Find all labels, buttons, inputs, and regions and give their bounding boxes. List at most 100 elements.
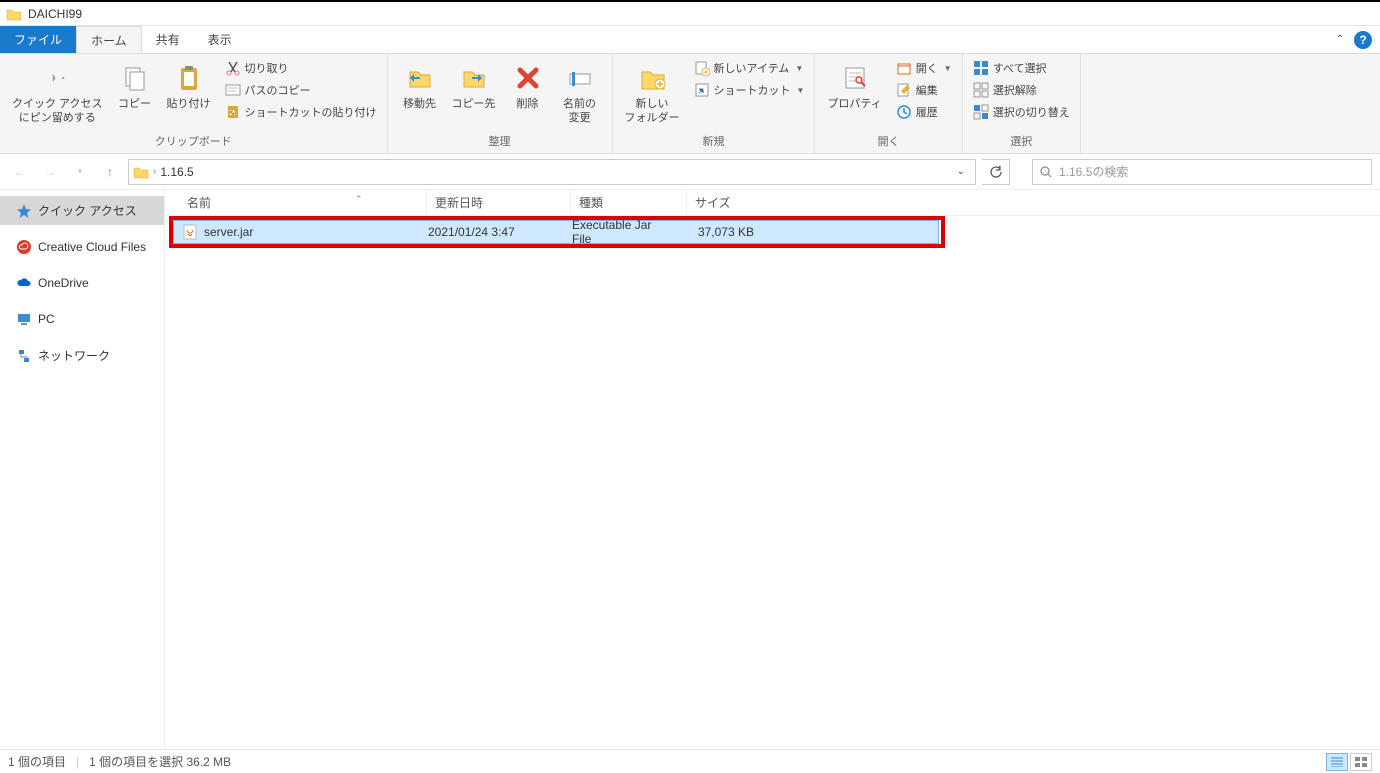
paste-shortcut-button[interactable]: ショートカットの貼り付け [221,102,381,122]
open-icon [896,60,912,76]
minimize-ribbon-icon[interactable]: ⌃ [1336,34,1344,45]
window-title: DAICHI99 [28,7,82,21]
address-bar[interactable]: › 1.16.5 ⌄ [128,159,976,185]
copy-button[interactable]: コピー [109,58,161,114]
recent-chevron-icon[interactable]: ▾ [68,160,92,184]
copy-to-button[interactable]: コピー先 [446,58,502,114]
nav-row: ← → ▾ ↑ › 1.16.5 ⌄ [0,154,1380,190]
titlebar: DAICHI99 [0,2,1380,26]
sidebar: クイック アクセス Creative Cloud Files OneDrive … [0,190,165,749]
properties-button[interactable]: プロパティ [821,58,887,114]
sidebar-item-quickaccess[interactable]: クイック アクセス [0,196,164,225]
file-type: Executable Jar File [564,218,680,246]
jar-file-icon [182,224,198,240]
history-button[interactable]: 履歴 [892,102,956,122]
delete-button[interactable]: 削除 [502,58,554,114]
new-item-icon [694,60,710,76]
tab-view[interactable]: 表示 [194,26,246,53]
shortcut-icon [225,104,241,120]
rename-icon [566,60,594,96]
tab-file[interactable]: ファイル [0,26,76,53]
sidebar-item-network[interactable]: ネットワーク [0,341,164,370]
copy-path-button[interactable]: パスのコピー [221,80,381,100]
file-area: 名前 更新日時 種類 サイズ server.jar 2021/01/24 3:4… [165,190,1380,749]
properties-icon [841,60,869,96]
breadcrumb-separator-icon[interactable]: › [153,166,156,177]
select-all-button[interactable]: すべて選択 [969,58,1074,78]
network-icon [16,348,32,364]
invert-selection-button[interactable]: 選択の切り替え [969,102,1074,122]
details-view-button[interactable] [1326,753,1348,771]
icons-view-icon [1355,757,1367,767]
tab-share[interactable]: 共有 [142,26,194,53]
help-icon[interactable]: ? [1354,31,1372,49]
pc-icon [16,311,32,327]
address-dropdown-icon[interactable]: ⌄ [951,166,971,177]
sidebar-item-onedrive[interactable]: OneDrive [0,269,164,297]
select-none-icon [973,82,989,98]
select-all-icon [973,60,989,76]
refresh-icon [989,165,1003,179]
new-folder-icon [638,60,666,96]
details-view-icon [1331,757,1343,767]
creative-cloud-icon [16,239,32,255]
file-date: 2021/01/24 3:47 [420,225,564,239]
open-button[interactable]: 開く▼ [892,58,956,78]
status-item-count: 1 個の項目 [8,753,66,770]
column-size[interactable]: サイズ [687,190,769,215]
pin-to-quickaccess-button[interactable]: クイック アクセス にピン留めする [6,58,109,128]
paste-icon [176,60,202,96]
large-icons-view-button[interactable] [1350,753,1372,771]
up-button[interactable]: ↑ [98,160,122,184]
pin-icon [43,60,71,96]
onedrive-icon [16,275,32,291]
chevron-down-icon: ▼ [797,86,805,95]
rename-button[interactable]: 名前の 変更 [554,58,606,128]
column-name[interactable]: 名前 [179,190,427,215]
tab-home[interactable]: ホーム [76,26,142,53]
forward-button[interactable]: → [38,160,62,184]
folder-icon [133,165,149,179]
status-selection: 1 個の項目を選択 36.2 MB [89,753,231,770]
copy-icon [122,60,148,96]
cut-icon [225,60,241,76]
cut-button[interactable]: 切り取り [221,58,381,78]
new-folder-button[interactable]: 新しい フォルダー [619,58,686,128]
group-select-label: 選択 [969,131,1074,153]
move-to-button[interactable]: 移動先 [394,58,446,114]
invert-icon [973,104,989,120]
search-box[interactable] [1032,159,1372,185]
ribbon: クイック アクセス にピン留めする コピー 貼り付け 切り取り パスのコピー シ… [0,54,1380,154]
column-type[interactable]: 種類 [571,190,687,215]
copyto-icon [460,60,488,96]
delete-icon [514,60,542,96]
search-icon [1039,165,1053,179]
sidebar-item-pc[interactable]: PC [0,305,164,333]
chevron-down-icon: ▼ [795,64,803,73]
edit-button[interactable]: 編集 [892,80,956,100]
path-icon [225,82,241,98]
paste-button[interactable]: 貼り付け [161,58,217,114]
file-name: server.jar [204,225,253,239]
back-button[interactable]: ← [8,160,32,184]
ribbon-tabs: ファイル ホーム 共有 表示 ⌃ ? [0,26,1380,54]
column-date[interactable]: 更新日時 [427,190,571,215]
file-size: 37,073 KB [680,225,762,239]
easy-access-button[interactable]: ショートカット▼ [690,80,809,100]
folder-icon [6,6,22,22]
file-row[interactable]: server.jar 2021/01/24 3:47 Executable Ja… [173,220,939,244]
shortcut-small-icon [694,82,710,98]
group-new-label: 新規 [619,131,809,153]
history-icon [896,104,912,120]
move-icon [406,60,434,96]
sidebar-item-creative[interactable]: Creative Cloud Files [0,233,164,261]
status-bar: 1 個の項目 | 1 個の項目を選択 36.2 MB [0,749,1380,773]
edit-icon [896,82,912,98]
search-input[interactable] [1059,165,1365,179]
new-item-button[interactable]: 新しいアイテム▼ [690,58,809,78]
breadcrumb-current[interactable]: 1.16.5 [160,165,193,179]
chevron-down-icon: ▼ [944,64,952,73]
group-open-label: 開く [821,131,955,153]
select-none-button[interactable]: 選択解除 [969,80,1074,100]
refresh-button[interactable] [982,159,1010,185]
